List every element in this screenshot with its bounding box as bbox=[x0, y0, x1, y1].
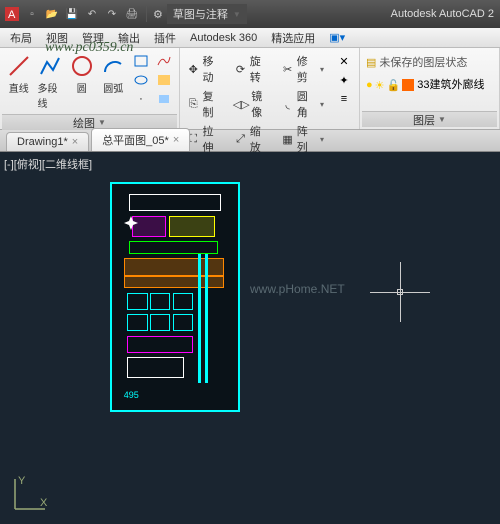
menu-view[interactable]: 视图 bbox=[40, 28, 74, 48]
line-label: 直线 bbox=[9, 80, 29, 95]
fillet-button[interactable]: ◟圆角▾ bbox=[278, 87, 327, 121]
title-bar: A ▫ 📂 💾 ↶ ↷ 🖨 ⚙ 草图与注释 ▼ Autodesk AutoCAD… bbox=[0, 0, 500, 28]
menu-manage[interactable]: 管理 bbox=[76, 28, 110, 48]
watermark-canvas: www.pHome.NET bbox=[250, 282, 345, 296]
arc-button[interactable]: 圆弧 bbox=[99, 52, 129, 112]
copy-button[interactable]: ⎘复制 bbox=[184, 87, 225, 121]
menu-bar: 布局 视图 管理 输出 插件 Autodesk 360 精选应用 ▣▾ bbox=[0, 28, 500, 48]
array-button[interactable]: ▦阵列▾ bbox=[278, 122, 327, 156]
app-title: Autodesk AutoCAD 2 bbox=[391, 8, 494, 20]
menu-a360[interactable]: Autodesk 360 bbox=[184, 30, 263, 46]
bulb-icon[interactable]: ● bbox=[366, 79, 373, 91]
circle-label: 圆 bbox=[77, 80, 87, 95]
spline-icon[interactable] bbox=[153, 52, 175, 70]
chevron-down-icon: ▼ bbox=[233, 10, 241, 19]
move-button[interactable]: ✥移动 bbox=[184, 52, 225, 86]
tab-drawing1[interactable]: Drawing1*× bbox=[6, 132, 89, 151]
drawing-viewport[interactable]: 495 bbox=[110, 182, 240, 412]
layer-props-icon[interactable]: ▤ bbox=[366, 56, 376, 69]
offset-icon[interactable]: ≡ bbox=[333, 90, 355, 108]
menu-expand-icon[interactable]: ▣▾ bbox=[323, 29, 351, 46]
workspace-selector[interactable]: 草图与注释 ▼ bbox=[167, 4, 247, 24]
layer-current-label: 33建筑外廊线 bbox=[417, 76, 484, 92]
layer-current-row[interactable]: ● ☀ 🔓 33建筑外廊线 bbox=[364, 74, 495, 94]
hatch-icon[interactable] bbox=[153, 71, 175, 89]
drawing-scale-text: 495 bbox=[124, 390, 139, 400]
open-icon[interactable]: 📂 bbox=[44, 6, 60, 22]
svg-text:Y: Y bbox=[18, 475, 26, 487]
scale-button[interactable]: ⤢缩放 bbox=[231, 122, 272, 156]
quick-access-toolbar: A ▫ 📂 💾 ↶ ↷ 🖨 ⚙ 草图与注释 ▼ bbox=[4, 4, 247, 24]
undo-icon[interactable]: ↶ bbox=[84, 6, 100, 22]
svg-text:X: X bbox=[40, 497, 48, 509]
polyline-button[interactable]: 多段线 bbox=[36, 52, 66, 112]
viewport-label[interactable]: [-][俯视][二维线框] bbox=[4, 156, 92, 172]
ribbon-panel-modify: ✥移动 ⎘复制 ⛶拉伸 ⟳旋转 ◁▷镜像 ⤢缩放 ✂修剪▾ ◟圆角▾ ▦阵列▾ … bbox=[180, 48, 360, 129]
ribbon-panel-layer: ▤ 未保存的图层状态 ● ☀ 🔓 33建筑外廊线 图层▼ bbox=[360, 48, 500, 129]
menu-plugins[interactable]: 插件 bbox=[148, 28, 182, 48]
separator bbox=[146, 6, 147, 22]
ellipse-icon[interactable] bbox=[130, 71, 152, 89]
lock-icon[interactable]: 🔓 bbox=[387, 79, 401, 92]
gear-icon[interactable]: ⚙ bbox=[153, 8, 163, 21]
rectangle-icon[interactable] bbox=[130, 52, 152, 70]
print-icon[interactable]: 🖨 bbox=[124, 6, 140, 22]
menu-layout[interactable]: 布局 bbox=[4, 28, 38, 48]
layer-color-swatch bbox=[402, 79, 414, 91]
new-icon[interactable]: ▫ bbox=[24, 6, 40, 22]
arc-label: 圆弧 bbox=[103, 80, 123, 95]
workspace-label: 草图与注释 bbox=[173, 6, 228, 22]
drawing-canvas[interactable]: [-][俯视][二维线框] 495 XY www.pHome.NET bbox=[0, 152, 500, 524]
svg-text:A: A bbox=[8, 9, 16, 21]
menu-featured[interactable]: 精选应用 bbox=[265, 28, 321, 48]
close-icon[interactable]: × bbox=[173, 134, 179, 146]
close-icon[interactable]: × bbox=[72, 136, 78, 148]
layer-panel-title[interactable]: 图层▼ bbox=[362, 111, 497, 127]
trim-button[interactable]: ✂修剪▾ bbox=[278, 52, 327, 86]
redo-icon[interactable]: ↷ bbox=[104, 6, 120, 22]
layer-state-row[interactable]: ▤ 未保存的图层状态 bbox=[364, 52, 495, 72]
rotate-button[interactable]: ⟳旋转 bbox=[231, 52, 272, 86]
point-icon[interactable]: · bbox=[130, 90, 152, 108]
line-button[interactable]: 直线 bbox=[4, 52, 34, 112]
ucs-icon[interactable]: XY bbox=[10, 474, 50, 514]
polyline-label: 多段线 bbox=[38, 80, 64, 110]
erase-icon[interactable]: ✕ bbox=[333, 52, 355, 70]
ribbon-panel-draw: 直线 多段线 圆 圆弧 bbox=[0, 48, 180, 129]
app-menu-icon[interactable]: A bbox=[4, 6, 20, 22]
sun-icon[interactable]: ☀ bbox=[375, 79, 385, 92]
tab-siteplan[interactable]: 总平面图_05*× bbox=[91, 128, 190, 151]
circle-button[interactable]: 圆 bbox=[67, 52, 97, 112]
draw-small-grid: · bbox=[130, 52, 175, 112]
mirror-button[interactable]: ◁▷镜像 bbox=[231, 87, 272, 121]
stretch-button[interactable]: ⛶拉伸 bbox=[184, 122, 225, 156]
crosshair-cursor bbox=[370, 262, 430, 322]
save-icon[interactable]: 💾 bbox=[64, 6, 80, 22]
ribbon: 直线 多段线 圆 圆弧 bbox=[0, 48, 500, 130]
explode-icon[interactable]: ✦ bbox=[333, 71, 355, 89]
layer-state-label: 未保存的图层状态 bbox=[379, 54, 467, 70]
menu-output[interactable]: 输出 bbox=[112, 28, 146, 48]
region-icon[interactable] bbox=[153, 90, 175, 108]
